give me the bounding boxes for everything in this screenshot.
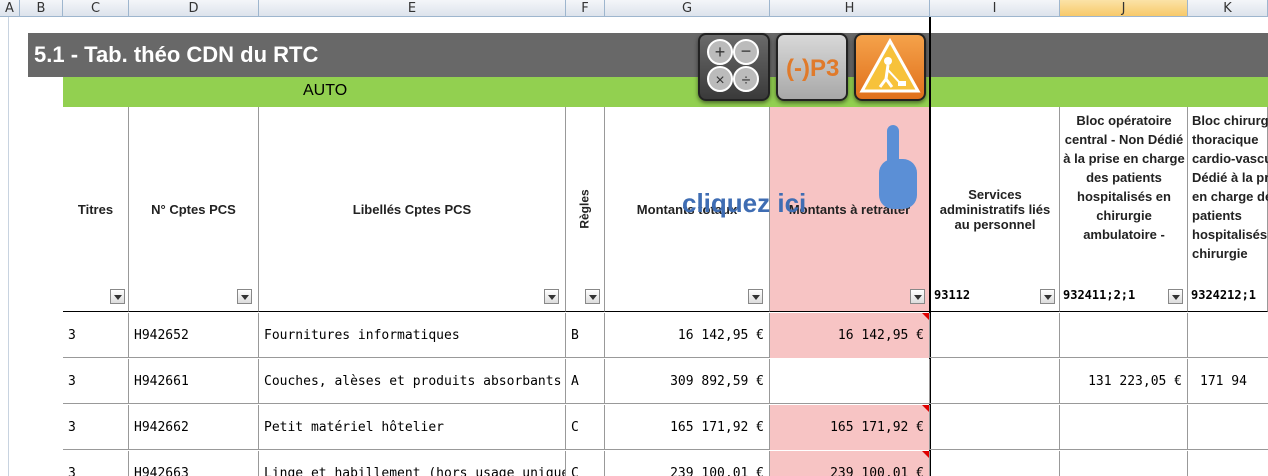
- table-row: 3 H942652 Fournitures informatiques B 16…: [63, 313, 1268, 358]
- p3-button[interactable]: (-)P3: [776, 33, 848, 101]
- svg-text:×: ×: [715, 72, 724, 89]
- table-row: 3 H942662 Petit matériel hôtelier C 165 …: [63, 405, 1268, 450]
- pointing-hand-icon: [879, 125, 917, 209]
- cell-bloc-chir[interactable]: [1188, 451, 1268, 476]
- cell-services[interactable]: [930, 451, 1060, 476]
- col-header-j[interactable]: J: [1060, 0, 1188, 17]
- comment-marker: [922, 405, 929, 412]
- code-services: 93112: [934, 288, 971, 302]
- cell-retraiter-value: 239 100,01 €: [830, 466, 924, 476]
- auto-label: AUTO: [303, 82, 348, 99]
- cell-bloc-chir[interactable]: [1188, 405, 1268, 450]
- calculator-icon: + − × ÷: [707, 39, 759, 92]
- calculator-button[interactable]: + − × ÷: [698, 33, 770, 101]
- cell-titre[interactable]: 3: [63, 313, 129, 358]
- cell-bloc-op[interactable]: [1060, 451, 1188, 476]
- cell-regle[interactable]: B: [566, 313, 605, 358]
- cell-total[interactable]: 165 171,92 €: [605, 405, 770, 450]
- cell-regle[interactable]: A: [566, 359, 605, 404]
- cell-libelle[interactable]: Petit matériel hôtelier: [259, 405, 566, 450]
- cell-bloc-op[interactable]: 131 223,05 €: [1060, 359, 1188, 404]
- cell-retraiter[interactable]: 165 171,92 €: [770, 405, 930, 450]
- code-bloc-op: 932411;2;1: [1063, 288, 1136, 302]
- col-header-a[interactable]: A: [0, 0, 20, 17]
- cell-retraiter[interactable]: 16 142,95 €: [770, 313, 930, 358]
- cell-services[interactable]: [930, 313, 1060, 358]
- col-header-g[interactable]: G: [605, 0, 770, 17]
- filter-regles-button[interactable]: [585, 289, 600, 304]
- cell-retraiter[interactable]: [770, 359, 930, 404]
- header-bloc-op: Bloc opératoire central - Non Dédié à la…: [1063, 113, 1185, 242]
- cell-regle[interactable]: C: [566, 405, 605, 450]
- row-header-edge: [8, 17, 9, 476]
- cell-regle[interactable]: C: [566, 451, 605, 476]
- svg-text:÷: ÷: [742, 72, 751, 89]
- header-cptes: N° Cptes PCS: [129, 107, 259, 312]
- filter-services-button[interactable]: [1040, 289, 1055, 304]
- table-row: 3 H942663 Linge et habillement (hors usa…: [63, 451, 1268, 476]
- cell-compte[interactable]: H942662: [129, 405, 259, 450]
- cell-titre[interactable]: 3: [63, 359, 129, 404]
- filter-libelles-button[interactable]: [544, 289, 559, 304]
- cell-total[interactable]: 309 892,59 €: [605, 359, 770, 404]
- col-header-b[interactable]: B: [20, 0, 63, 17]
- col-header-h[interactable]: H: [770, 0, 930, 17]
- col-header-e[interactable]: E: [259, 0, 566, 17]
- cell-compte[interactable]: H942661: [129, 359, 259, 404]
- p3-label: (-)P3: [786, 55, 840, 82]
- cell-total[interactable]: 16 142,95 €: [605, 313, 770, 358]
- cell-services[interactable]: [930, 359, 1060, 404]
- filter-montants-totaux-button[interactable]: [748, 289, 763, 304]
- cell-titre[interactable]: 3: [63, 451, 129, 476]
- cell-compte[interactable]: H942652: [129, 313, 259, 358]
- col-header-i[interactable]: I: [930, 0, 1060, 17]
- auto-band: AUTO: [63, 77, 1268, 107]
- svg-text:−: −: [741, 41, 752, 61]
- filter-titres-button[interactable]: [110, 289, 125, 304]
- col-header-d[interactable]: D: [129, 0, 259, 17]
- cell-libelle[interactable]: Fournitures informatiques: [259, 313, 566, 358]
- cliquez-ici-label: cliquez ici: [682, 188, 807, 218]
- svg-text:+: +: [715, 42, 726, 62]
- cell-bloc-chir[interactable]: [1188, 313, 1268, 358]
- col-header-f[interactable]: F: [566, 0, 605, 17]
- col-header-k[interactable]: K: [1188, 0, 1268, 17]
- cell-services[interactable]: [930, 405, 1060, 450]
- header-regles: Règles: [578, 189, 593, 229]
- table-row: 3 H942661 Couches, alèses et produits ab…: [63, 359, 1268, 404]
- cell-retraiter-value: 16 142,95 €: [837, 328, 924, 343]
- cell-titre[interactable]: 3: [63, 405, 129, 450]
- work-in-progress-icon: [859, 37, 921, 93]
- cell-libelle[interactable]: Couches, alèses et produits absorbants: [259, 359, 566, 404]
- filter-bloc-op-button[interactable]: [1168, 289, 1183, 304]
- header-libelles: Libellés Cptes PCS: [259, 107, 566, 312]
- cell-compte[interactable]: H942663: [129, 451, 259, 476]
- cell-retraiter[interactable]: 239 100,01 €: [770, 451, 930, 476]
- col-header-c[interactable]: C: [63, 0, 129, 17]
- cell-retraiter-value: 165 171,92 €: [830, 420, 924, 435]
- header-titres: Titres: [63, 107, 129, 312]
- filter-cptes-button[interactable]: [237, 289, 252, 304]
- cell-bloc-op[interactable]: [1060, 405, 1188, 450]
- comment-marker: [922, 451, 929, 458]
- cell-bloc-op[interactable]: [1060, 313, 1188, 358]
- filter-montants-retraiter-button[interactable]: [910, 289, 925, 304]
- comment-marker: [922, 313, 929, 320]
- header-services: Services administratifs liés au personne…: [931, 107, 1060, 312]
- header-regles-cell: Règles: [566, 107, 605, 312]
- construction-button[interactable]: [854, 33, 926, 101]
- header-bloc-chir: Bloc chirurgie thoracique cardio-vascula…: [1192, 113, 1268, 261]
- cell-total[interactable]: 239 100,01 €: [605, 451, 770, 476]
- cell-libelle[interactable]: Linge et habillement (hors usage unique): [259, 451, 566, 476]
- sheet-title: 5.1 - Tab. théo CDN du RTC: [28, 33, 1268, 77]
- code-bloc-chir: 9324212;1: [1191, 288, 1257, 302]
- cell-bloc-chir[interactable]: 171 94: [1188, 359, 1268, 404]
